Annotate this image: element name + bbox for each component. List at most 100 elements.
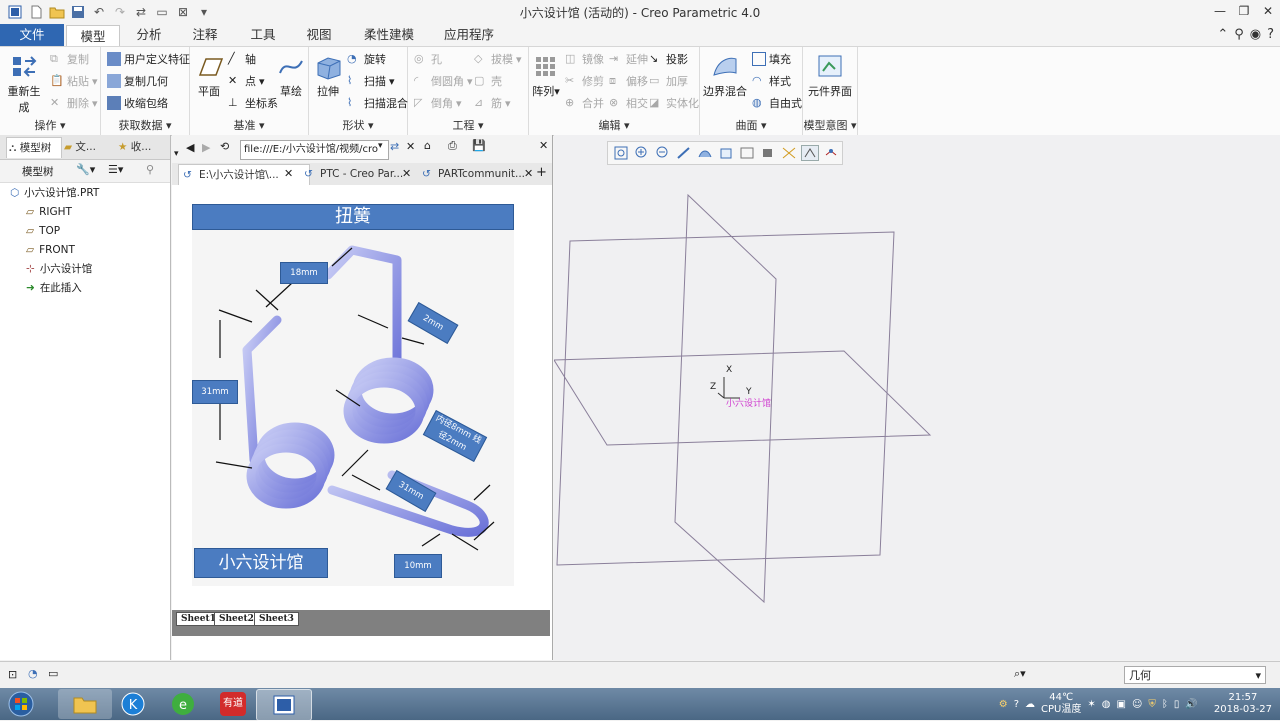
project-button[interactable]: ↘ 投影 bbox=[649, 49, 688, 69]
back-icon[interactable]: ◀ bbox=[186, 141, 194, 154]
hole-button[interactable]: ◎ 孔 bbox=[414, 49, 442, 69]
freestyle-button[interactable]: ◍ 自由式 bbox=[752, 93, 802, 113]
regenerate-button[interactable]: 重新生成 bbox=[4, 53, 44, 115]
merge-button[interactable]: ⊕ 合并 bbox=[565, 93, 604, 113]
group-label-shapes[interactable]: 形状 ▾ bbox=[309, 117, 407, 133]
thicken-button[interactable]: ▭ 加厚 bbox=[649, 71, 688, 91]
clock[interactable]: 21:57 2018-03-27 bbox=[1214, 692, 1272, 716]
new-tab-icon[interactable]: + bbox=[536, 165, 547, 180]
taskbar-youdao[interactable]: 有道 bbox=[206, 689, 260, 719]
group-label-editing[interactable]: 编辑 ▾ bbox=[529, 117, 699, 133]
stop-icon[interactable]: ✕ bbox=[406, 140, 415, 153]
show-browser-icon[interactable]: ◔ bbox=[28, 667, 38, 680]
sheet-tab-3[interactable]: Sheet3 bbox=[254, 612, 299, 626]
offset-button[interactable]: ⧈ 偏移 bbox=[609, 71, 648, 91]
csys-button[interactable]: ⊥ 坐标系 bbox=[228, 93, 278, 113]
tray-network-icon[interactable]: ◍ bbox=[1102, 699, 1111, 710]
collapse-ribbon-icon[interactable]: ⌃ bbox=[1217, 27, 1228, 42]
forward-icon[interactable]: ▶ bbox=[202, 141, 210, 154]
chamfer-button[interactable]: ◸ 倒角 ▾ bbox=[414, 93, 462, 113]
draft-button[interactable]: ◇ 拔模 ▾ bbox=[474, 49, 522, 69]
tab-model-tree[interactable]: ⛬ 模型树 bbox=[6, 137, 62, 158]
group-label-model-intent[interactable]: 模型意图 ▾ bbox=[803, 117, 857, 133]
tree-item-top[interactable]: ▱ TOP bbox=[26, 222, 60, 240]
tab-file[interactable]: 文件 bbox=[0, 24, 64, 46]
tray-battery-icon[interactable]: ▯ bbox=[1174, 699, 1180, 710]
display-style-icon[interactable] bbox=[696, 145, 714, 161]
fill-button[interactable]: 填充 bbox=[752, 49, 791, 69]
home-icon[interactable]: ⌂ bbox=[424, 139, 431, 152]
view-manager-icon[interactable] bbox=[738, 145, 756, 161]
sweep-button[interactable]: ⌇ 扫描 ▾ bbox=[347, 71, 395, 91]
search-icon[interactable]: ⚲ bbox=[1234, 27, 1244, 42]
print-icon[interactable]: ⎙ bbox=[448, 139, 457, 153]
intersect-button[interactable]: ⊗ 相交 bbox=[609, 93, 648, 113]
tab-annotate[interactable]: 注释 bbox=[180, 24, 230, 46]
tray-monitor-icon[interactable]: ▣ bbox=[1117, 699, 1126, 710]
revolve-button[interactable]: ◔ 旋转 bbox=[347, 49, 386, 69]
browser-tab-close-icon[interactable]: ✕ bbox=[524, 167, 533, 180]
start-button[interactable] bbox=[0, 689, 42, 719]
tray-shield-icon[interactable]: ⛨ bbox=[1148, 699, 1156, 710]
rib-button[interactable]: ⊿ 筋 ▾ bbox=[474, 93, 511, 113]
group-label-get-data[interactable]: 获取数据 ▾ bbox=[101, 117, 189, 133]
tree-search-icon[interactable]: ⚲ bbox=[146, 163, 154, 176]
group-label-surfaces[interactable]: 曲面 ▾ bbox=[700, 117, 802, 133]
cpu-temp[interactable]: 44℃ CPU温度 bbox=[1041, 692, 1081, 716]
tree-item-right[interactable]: ▱ RIGHT bbox=[26, 203, 72, 221]
url-input[interactable]: file:///E:/小六设计馆/视频/cro bbox=[240, 140, 389, 160]
trim-button[interactable]: ✂ 修剪 bbox=[565, 71, 604, 91]
tray-app-icon[interactable]: ⚙ bbox=[999, 699, 1008, 710]
sketch-button[interactable]: 草绘 bbox=[276, 53, 306, 99]
refit-icon[interactable] bbox=[612, 145, 630, 161]
plane-button[interactable]: 平面 bbox=[192, 53, 226, 99]
browser-tab-close-icon[interactable]: ✕ bbox=[402, 167, 411, 180]
pattern-button[interactable]: 阵列▾ bbox=[531, 53, 561, 99]
tab-favorites[interactable]: ★ 收... bbox=[118, 137, 164, 157]
extrude-button[interactable]: 拉伸 bbox=[311, 53, 345, 99]
tray-star-icon[interactable]: ✶ bbox=[1087, 699, 1095, 710]
copy-button[interactable]: ⧉ 复制 bbox=[50, 49, 89, 69]
tray-bluetooth-icon[interactable]: ᛒ bbox=[1162, 699, 1168, 710]
style-button[interactable]: ◠ 样式 bbox=[752, 71, 791, 91]
perspective-view-icon[interactable] bbox=[759, 145, 777, 161]
browser-collapse-icon[interactable]: ▾ bbox=[174, 149, 179, 159]
refresh-icon[interactable]: ⇄ bbox=[390, 140, 399, 153]
boundary-blend-button[interactable]: 边界混合 bbox=[702, 53, 748, 99]
tab-tools[interactable]: 工具 bbox=[238, 24, 288, 46]
graphics-viewport[interactable]: X Y Z 小六设计馆 bbox=[554, 135, 1280, 660]
save-page-icon[interactable]: 💾 bbox=[472, 139, 486, 152]
tab-folder-browser[interactable]: ▰ 文... bbox=[64, 137, 110, 157]
tab-flexible-modeling[interactable]: 柔性建模 bbox=[354, 24, 424, 46]
swept-blend-button[interactable]: ⌇ 扫描混合 bbox=[347, 93, 408, 113]
group-label-operations[interactable]: 操作 ▾ bbox=[0, 117, 100, 133]
browser-tab-ptc[interactable]: ↺ PTC - Creo Par... bbox=[300, 164, 416, 184]
help-icon[interactable]: ? bbox=[1267, 27, 1274, 42]
component-interface-button[interactable]: 元件界面 bbox=[805, 53, 855, 99]
group-label-datum[interactable]: 基准 ▾ bbox=[190, 117, 308, 133]
find-icon[interactable]: ⌕▾ bbox=[1014, 667, 1026, 681]
zoom-out-icon[interactable] bbox=[654, 145, 672, 161]
tab-applications[interactable]: 应用程序 bbox=[434, 24, 504, 46]
taskbar-360-browser[interactable]: e bbox=[156, 689, 210, 719]
udf-button[interactable]: 用户定义特征 bbox=[107, 49, 190, 69]
browser-close-icon[interactable]: ✕ bbox=[539, 139, 548, 152]
extend-button[interactable]: ⇥ 延伸 bbox=[609, 49, 648, 69]
repaint-icon[interactable] bbox=[675, 145, 693, 161]
tree-item-part[interactable]: ⬡ 小六设计馆.PRT bbox=[10, 184, 99, 202]
spin-center-icon[interactable] bbox=[822, 145, 840, 161]
selection-filter[interactable]: 几何 ▾ bbox=[1124, 666, 1266, 684]
saved-orientations-icon[interactable] bbox=[717, 145, 735, 161]
url-dropdown-icon[interactable]: ▾ bbox=[378, 141, 383, 151]
minimize-button[interactable]: — bbox=[1208, 2, 1232, 20]
datum-display-filters-icon[interactable] bbox=[780, 145, 798, 161]
annotation-display-icon[interactable] bbox=[801, 145, 819, 161]
sheet-tab-2[interactable]: Sheet2 bbox=[214, 612, 259, 626]
show-navigator-icon[interactable]: ⊡ bbox=[8, 668, 17, 681]
zoom-in-icon[interactable] bbox=[633, 145, 651, 161]
taskbar-explorer[interactable] bbox=[58, 689, 112, 719]
tray-user-icon[interactable]: ☺ bbox=[1132, 699, 1142, 710]
history-icon[interactable]: ⟲ bbox=[220, 140, 229, 153]
tray-volume-icon[interactable]: 🔊 bbox=[1185, 699, 1197, 710]
browser-tab-close-icon[interactable]: ✕ bbox=[284, 167, 293, 180]
